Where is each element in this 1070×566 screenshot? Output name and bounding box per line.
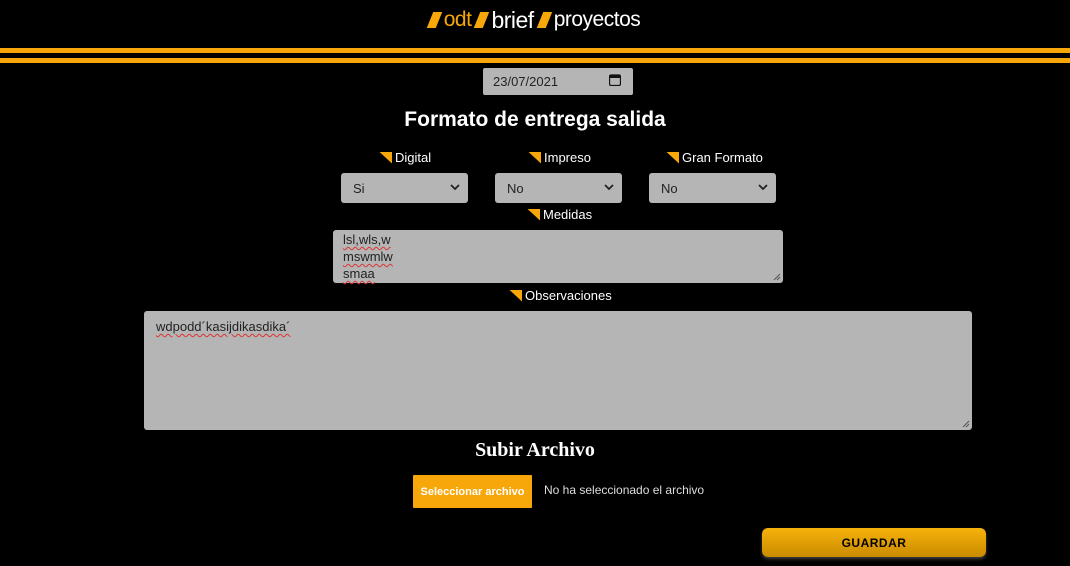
date-value: 23/07/2021 xyxy=(493,74,559,89)
slash-icon xyxy=(536,12,552,28)
impreso-label: Impreso xyxy=(528,150,591,165)
medidas-textarea[interactable]: lsl,wls,w mswmlw smaa xyxy=(333,230,783,283)
medidas-label-text: Medidas xyxy=(543,207,593,222)
select-file-button[interactable]: Seleccionar archivo xyxy=(413,475,532,508)
digital-label-text: Digital xyxy=(395,150,432,165)
chevron-down-icon xyxy=(758,184,768,191)
medidas-label: Medidas xyxy=(527,207,592,222)
triangle-marker-icon xyxy=(527,208,540,221)
save-button[interactable]: GUARDAR xyxy=(762,528,986,557)
date-input[interactable]: 23/07/2021 xyxy=(483,68,633,95)
resize-handle-icon[interactable] xyxy=(773,273,781,281)
nav-odt-label: odt xyxy=(443,8,472,31)
chevron-down-icon xyxy=(450,184,460,191)
digital-select[interactable]: Si xyxy=(341,173,468,203)
slash-icon xyxy=(474,12,490,28)
observaciones-text: wdpodd´kasijdikasdika´ xyxy=(156,319,291,334)
medidas-line: mswmlw xyxy=(343,249,393,264)
digital-label: Digital xyxy=(379,150,431,165)
nav-proyectos-label: proyectos xyxy=(553,8,641,31)
nav-item-proyectos[interactable]: proyectos xyxy=(536,8,641,32)
slash-icon xyxy=(426,12,442,28)
impreso-label-text: Impreso xyxy=(544,150,591,165)
gran-formato-label-text: Gran Formato xyxy=(682,150,763,165)
nav-brief-label: brief xyxy=(491,6,534,33)
file-status-text: No ha seleccionado el archivo xyxy=(544,483,705,497)
observaciones-label: Observaciones xyxy=(509,288,612,303)
gran-formato-select[interactable]: No xyxy=(649,173,776,203)
medidas-line: smaa xyxy=(343,266,375,281)
digital-select-value: Si xyxy=(353,180,365,196)
gran-formato-select-value: No xyxy=(661,180,678,196)
nav-item-brief[interactable]: brief xyxy=(474,6,534,34)
triangle-marker-icon xyxy=(666,151,679,164)
calendar-icon[interactable] xyxy=(609,74,621,86)
header-stripe-bottom xyxy=(0,58,1070,63)
section-title-formato: Formato de entrega salida xyxy=(404,108,666,131)
top-nav: odt brief proyectos xyxy=(0,6,1070,34)
section-title-subir: Subir Archivo xyxy=(475,439,595,461)
triangle-marker-icon xyxy=(509,289,522,302)
resize-handle-icon[interactable] xyxy=(962,420,970,428)
observaciones-textarea[interactable]: wdpodd´kasijdikasdika´ xyxy=(144,311,972,430)
gran-formato-label: Gran Formato xyxy=(666,150,763,165)
nav-item-odt[interactable]: odt xyxy=(426,8,472,32)
triangle-marker-icon xyxy=(379,151,392,164)
observaciones-label-text: Observaciones xyxy=(525,288,612,303)
impreso-select[interactable]: No xyxy=(495,173,622,203)
chevron-down-icon xyxy=(604,184,614,191)
medidas-line: lsl,wls,w xyxy=(343,232,391,247)
header-stripe-top xyxy=(0,48,1070,53)
triangle-marker-icon xyxy=(528,151,541,164)
impreso-select-value: No xyxy=(507,180,524,196)
